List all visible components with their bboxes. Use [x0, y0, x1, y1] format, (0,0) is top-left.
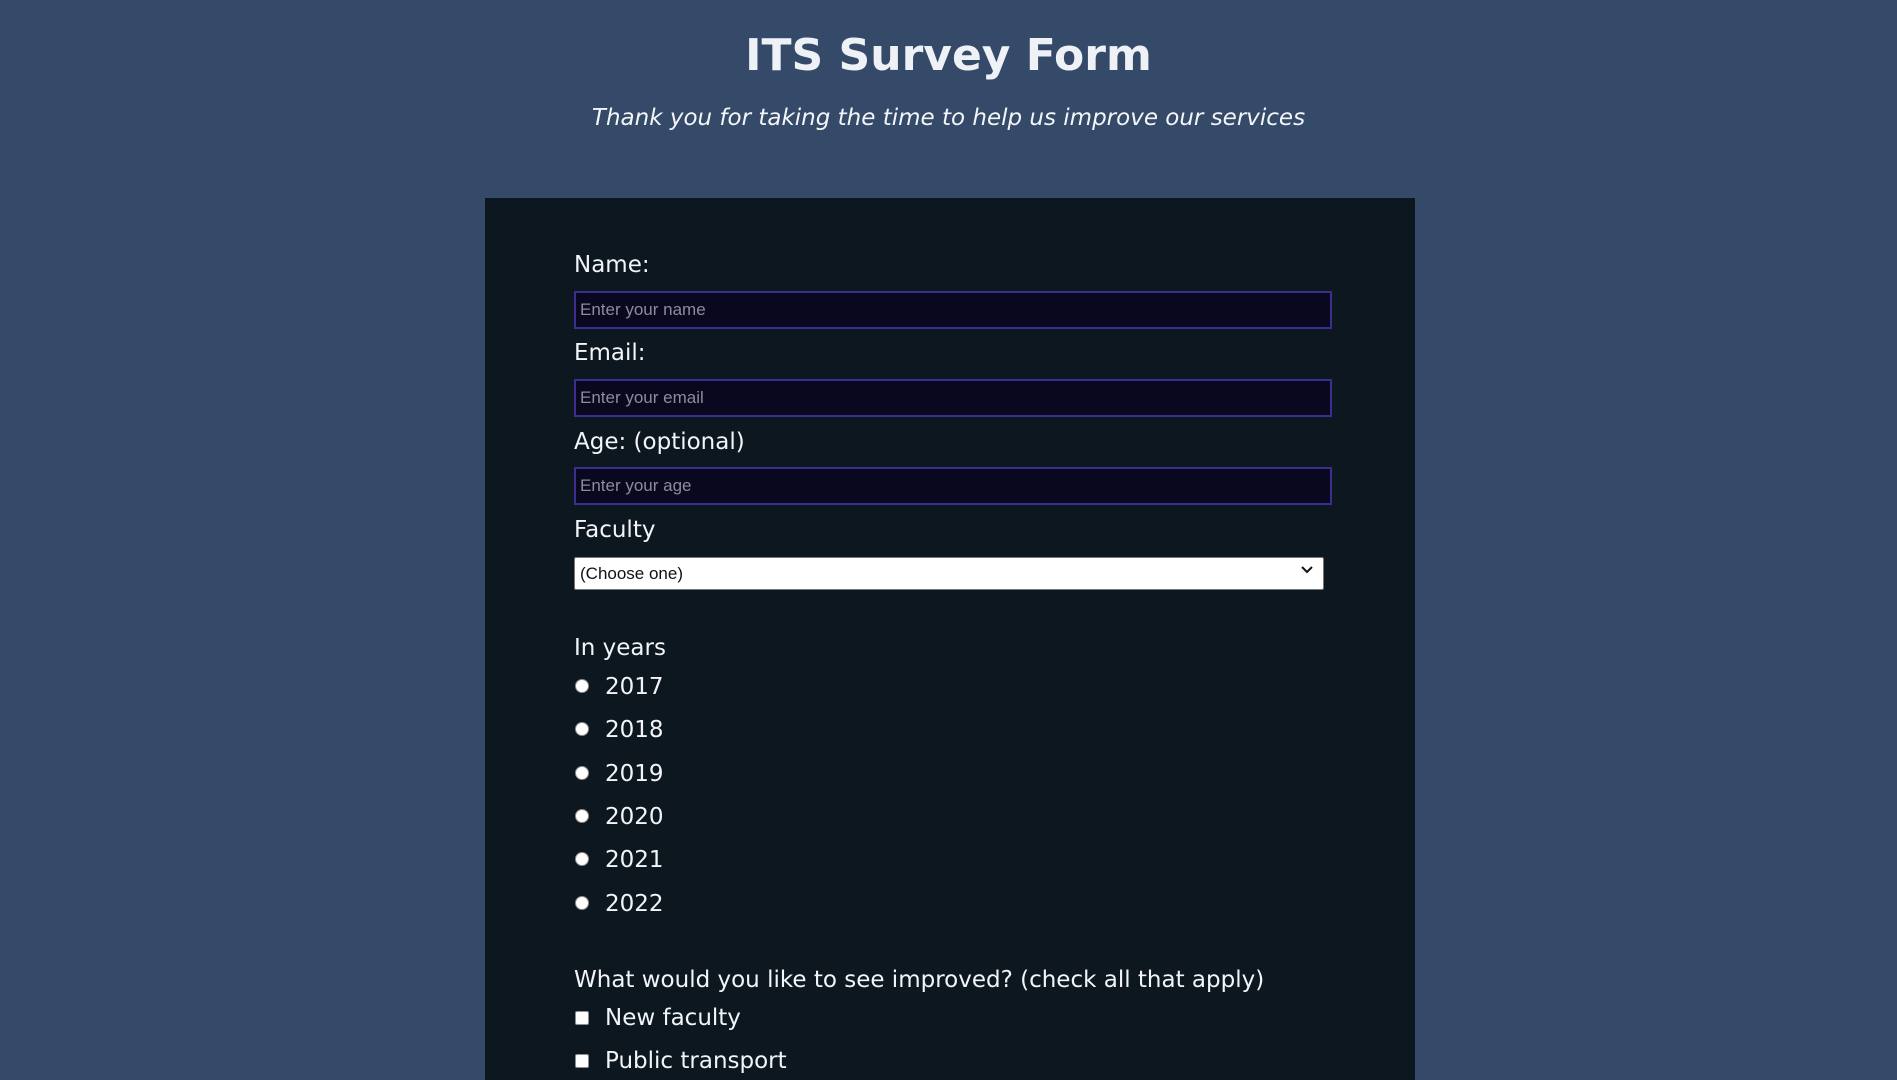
year-option-2017[interactable]: 2017 — [574, 672, 834, 702]
year-2021-label: 2021 — [605, 847, 664, 873]
age-input[interactable] — [574, 467, 1332, 505]
year-2018-radio[interactable] — [575, 722, 589, 736]
year-2017-radio[interactable] — [575, 679, 589, 693]
faculty-selected-value: (Choose one) — [580, 564, 684, 583]
year-2020-label: 2020 — [605, 804, 664, 830]
year-2019-label: 2019 — [605, 761, 664, 787]
year-option-2020[interactable]: 2020 — [574, 802, 834, 832]
improvement-public-transport[interactable]: Public transport — [574, 1046, 894, 1076]
email-input[interactable] — [574, 379, 1332, 417]
name-input[interactable] — [574, 291, 1332, 329]
age-label: Age: (optional) — [574, 429, 745, 455]
public-transport-label: Public transport — [605, 1048, 787, 1074]
survey-form: Name: Email: Age: (optional) Faculty (Ch… — [485, 198, 1415, 1080]
year-option-2022[interactable]: 2022 — [574, 889, 834, 919]
year-option-2021[interactable]: 2021 — [574, 845, 834, 875]
name-label: Name: — [574, 252, 650, 278]
year-2020-radio[interactable] — [575, 809, 589, 823]
year-2021-radio[interactable] — [575, 852, 589, 866]
years-label: In years — [574, 635, 666, 661]
year-option-2019[interactable]: 2019 — [574, 759, 834, 789]
year-2022-label: 2022 — [605, 891, 664, 917]
chevron-down-icon — [1301, 565, 1313, 575]
improvements-label: What would you like to see improved? (ch… — [574, 967, 1265, 993]
year-2018-label: 2018 — [605, 717, 664, 743]
year-2019-radio[interactable] — [575, 766, 589, 780]
new-faculty-label: New faculty — [605, 1005, 741, 1031]
faculty-label: Faculty — [574, 517, 656, 543]
year-option-2018[interactable]: 2018 — [574, 715, 834, 745]
faculty-select[interactable]: (Choose one) — [574, 557, 1324, 590]
page-subtitle: Thank you for taking the time to help us… — [591, 105, 1306, 131]
year-2022-radio[interactable] — [575, 896, 589, 910]
public-transport-checkbox[interactable] — [575, 1054, 589, 1068]
email-label: Email: — [574, 340, 646, 366]
year-2017-label: 2017 — [605, 674, 664, 700]
page-title: ITS Survey Form — [745, 30, 1152, 81]
improvement-new-faculty[interactable]: New faculty — [574, 1003, 894, 1033]
new-faculty-checkbox[interactable] — [575, 1011, 589, 1025]
